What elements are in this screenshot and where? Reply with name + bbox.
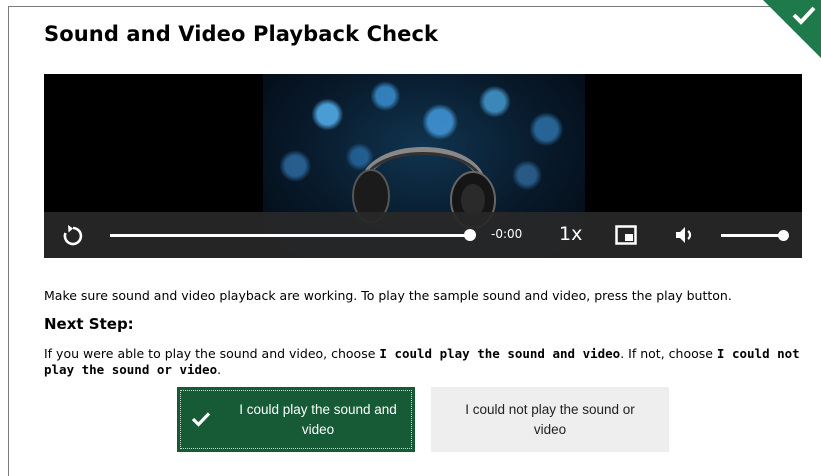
- could-play-button[interactable]: I could play the sound and video: [177, 387, 415, 452]
- completed-badge: [763, 0, 821, 58]
- next-step-text: If you were able to play the sound and v…: [44, 346, 800, 377]
- picture-in-picture-icon[interactable]: [615, 225, 637, 249]
- video-controls: -0:00 1x: [44, 212, 802, 258]
- volume-icon[interactable]: [674, 225, 696, 249]
- could-play-label: I could play the sound and video: [239, 401, 397, 437]
- replay-icon[interactable]: [62, 224, 84, 250]
- volume-handle[interactable]: [777, 230, 789, 241]
- next-step-heading: Next Step:: [44, 315, 134, 333]
- checkmark-icon: [792, 6, 816, 25]
- playback-rate-button[interactable]: 1x: [559, 223, 582, 245]
- time-remaining: -0:00: [491, 227, 523, 241]
- could-not-play-button[interactable]: I could not play the sound or video: [431, 387, 669, 452]
- volume-slider[interactable]: [721, 234, 783, 237]
- instructions-text: Make sure sound and video playback are w…: [44, 288, 732, 303]
- video-player[interactable]: -0:00 1x: [44, 74, 802, 258]
- progress-bar[interactable]: [110, 234, 470, 237]
- checkmark-icon: [191, 412, 211, 427]
- page-title: Sound and Video Playback Check: [44, 22, 439, 46]
- could-not-play-label: I could not play the sound or video: [465, 401, 635, 437]
- progress-handle[interactable]: [464, 229, 476, 241]
